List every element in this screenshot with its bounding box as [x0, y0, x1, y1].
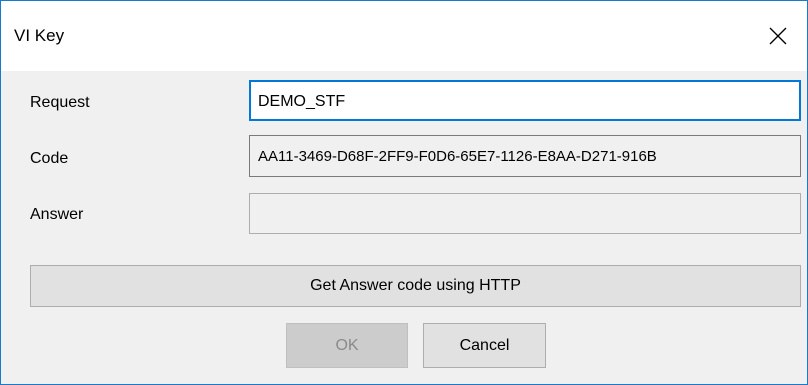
answer-label: Answer [30, 206, 84, 223]
ok-button[interactable]: OK [286, 323, 408, 368]
request-input[interactable]: DEMO_STF [249, 80, 801, 121]
code-field[interactable]: AA11-3469-D68F-2FF9-F0D6-65E7-1126-E8AA-… [249, 135, 801, 177]
request-label: Request [30, 94, 90, 111]
dialog-window: VI Key Request DEMO_STF Code AA11-3469-D… [0, 0, 808, 385]
close-button[interactable] [751, 1, 807, 71]
get-answer-http-button[interactable]: Get Answer code using HTTP [30, 265, 801, 307]
cancel-button[interactable]: Cancel [423, 323, 546, 368]
close-icon [769, 27, 787, 45]
answer-field[interactable] [249, 193, 801, 234]
code-label: Code [30, 150, 69, 167]
window-title: VI Key [14, 26, 65, 45]
title-bar: VI Key [1, 1, 807, 71]
